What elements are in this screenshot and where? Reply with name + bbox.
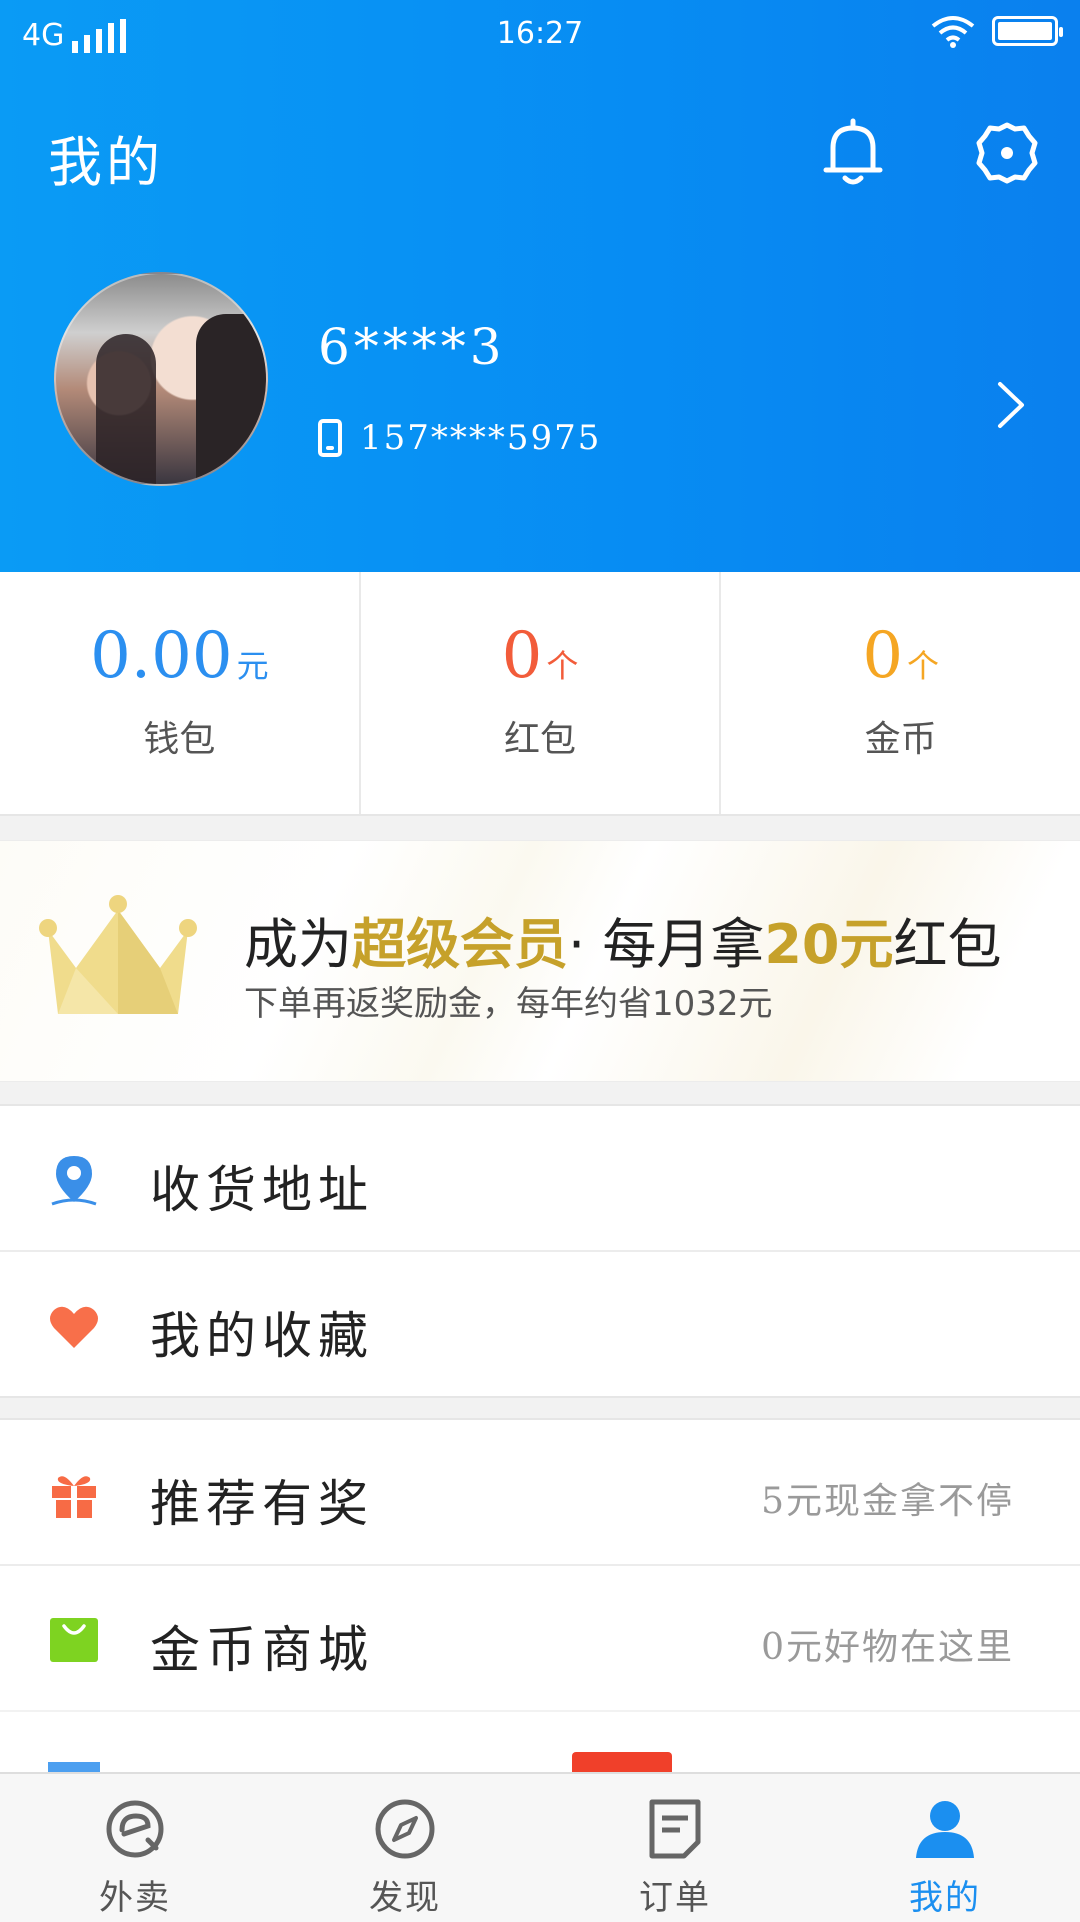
banner-title: 成为超级会员· 每月拿20元红包 — [244, 900, 1002, 979]
takeout-icon — [106, 1800, 164, 1858]
account-stats: 0.00 元 钱包 0个 红包 0个 金币 — [0, 572, 1080, 816]
gold-coins-label: 金币 — [864, 719, 937, 760]
banner-title-member: 超级会员 — [352, 913, 568, 976]
wallet-label: 钱包 — [143, 719, 216, 760]
heart-icon — [50, 1306, 98, 1348]
phone-row: 157****5975 — [318, 418, 601, 458]
page-title: 我的 — [48, 131, 164, 194]
banner-subtitle: 下单再返奖励金，每年约省1032元 — [244, 984, 773, 1024]
menu-item-hint: 5元现金拿不停 — [761, 1481, 1014, 1522]
card-icon — [48, 1762, 100, 1772]
menu-item-hint: 0元好物在这里 — [761, 1627, 1014, 1668]
menu-item-address[interactable]: 收货地址 — [0, 1106, 1080, 1252]
gold-coins-value: 0 — [862, 619, 904, 693]
menu-item-label: 收货地址 — [150, 1161, 374, 1219]
wallet-value: 0.00 — [90, 619, 233, 693]
menu-item-coin-mall[interactable]: 金币商城 0元好物在这里 — [0, 1566, 1080, 1710]
banner-title-pre: 成为 — [244, 913, 352, 976]
red-packet-unit: 个 — [546, 647, 579, 685]
avatar[interactable] — [54, 272, 268, 486]
wifi-icon — [931, 16, 975, 48]
bell-icon[interactable] — [820, 118, 886, 188]
chevron-right-icon[interactable] — [994, 380, 1028, 430]
gear-icon[interactable] — [974, 120, 1040, 186]
tab-label: 订单 — [639, 1878, 711, 1918]
tab-orders[interactable]: 订单 — [540, 1774, 810, 1922]
menu-item-label: 推荐有奖 — [150, 1475, 374, 1533]
tab-label: 我的 — [909, 1878, 981, 1918]
menu-group-rewards: 推荐有奖 5元现金拿不停 金币商城 0元好物在这里 — [0, 1418, 1080, 1710]
wallet-unit: 元 — [236, 647, 269, 685]
phone-number: 157****5975 — [360, 418, 602, 458]
username[interactable]: 6****3 — [318, 318, 506, 376]
banner-title-post: 红包 — [893, 913, 1002, 976]
menu-item-referral[interactable]: 推荐有奖 5元现金拿不停 — [0, 1420, 1080, 1566]
crown-icon — [39, 895, 197, 1014]
banner-title-mid: · 每月拿 — [568, 913, 765, 976]
menu-item-label: 我的收藏 — [150, 1307, 374, 1365]
tab-profile[interactable]: 我的 — [810, 1774, 1080, 1922]
new-badge — [572, 1752, 672, 1772]
menu-group-address: 收货地址 我的收藏 — [0, 1104, 1080, 1398]
shopping-bag-icon — [50, 1618, 98, 1662]
gift-icon — [52, 1476, 96, 1518]
tab-label: 外卖 — [99, 1878, 171, 1918]
banner-title-amount: 20元 — [764, 913, 894, 976]
tab-takeout[interactable]: 外卖 — [0, 1774, 270, 1922]
compass-icon — [375, 1799, 435, 1859]
stat-red-packet[interactable]: 0个 红包 — [361, 572, 722, 814]
menu-item-label: 金币商城 — [150, 1621, 374, 1679]
profile-header: 4G 16:27 我的 6****3 157****5975 — [0, 0, 1080, 572]
tab-discover[interactable]: 发现 — [270, 1774, 540, 1922]
red-packet-label: 红包 — [504, 719, 577, 760]
red-packet-value: 0 — [501, 619, 543, 693]
bottom-tab-bar: 外卖 发现 订单 我的 — [0, 1772, 1080, 1922]
profile-icon — [916, 1801, 974, 1858]
menu-item-partial[interactable] — [0, 1712, 1080, 1772]
status-time: 16:27 — [496, 16, 584, 51]
gold-coins-unit: 个 — [907, 647, 940, 685]
battery-icon — [992, 16, 1063, 46]
menu-item-favorites[interactable]: 我的收藏 — [0, 1252, 1080, 1396]
status-bar: 4G 16:27 — [0, 0, 1080, 70]
location-pin-icon — [51, 1156, 97, 1206]
stat-gold-coins[interactable]: 0个 金币 — [721, 572, 1080, 814]
stat-wallet[interactable]: 0.00 元 钱包 — [0, 572, 361, 814]
order-icon — [649, 1799, 701, 1859]
tab-label: 发现 — [369, 1878, 441, 1918]
phone-icon — [318, 419, 342, 457]
status-right — [930, 14, 1063, 48]
